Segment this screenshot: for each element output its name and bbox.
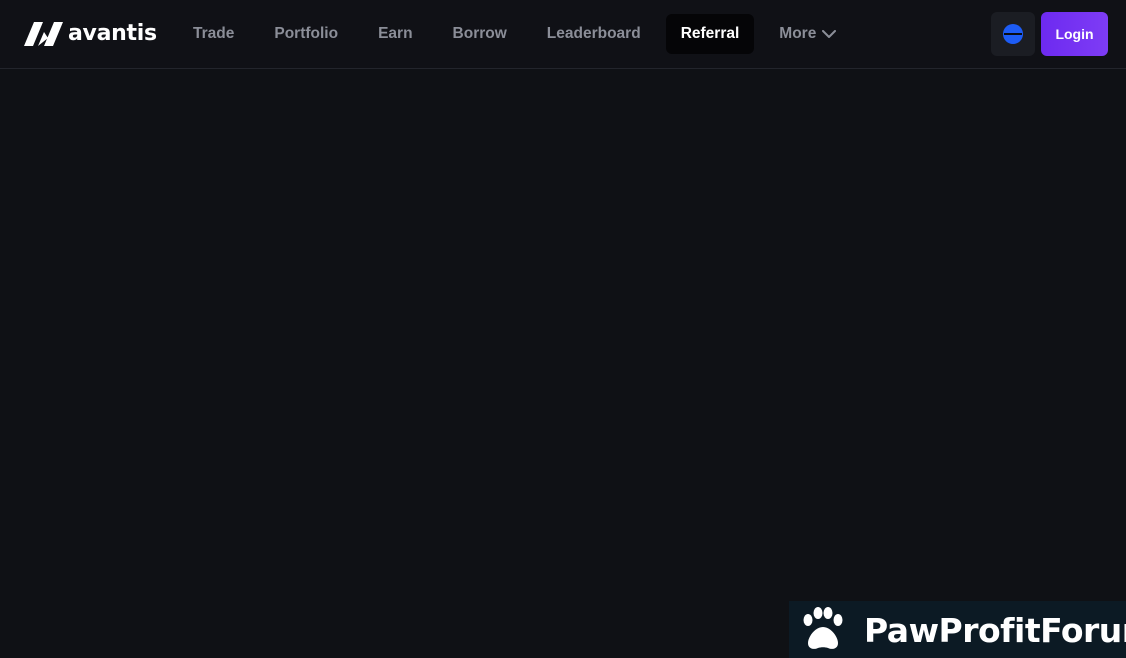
nav-item-more-label: More — [779, 25, 817, 42]
brand-name: avantis — [68, 21, 157, 46]
nav-item-more[interactable]: More — [764, 14, 851, 54]
nav-item-portfolio[interactable]: Portfolio — [259, 14, 353, 54]
paw-icon — [803, 607, 843, 649]
top-navbar: avantis Trade Portfolio Earn Borrow Lead… — [0, 0, 1126, 69]
network-button[interactable] — [991, 12, 1035, 56]
nav-item-leaderboard[interactable]: Leaderboard — [532, 14, 656, 54]
avantis-logo-icon — [24, 21, 63, 46]
nav-item-borrow[interactable]: Borrow — [438, 14, 522, 54]
main-nav: Trade Portfolio Earn Borrow Leaderboard … — [178, 14, 861, 54]
watermark: PawProfitForum — [789, 601, 1126, 658]
main-content — [0, 70, 1126, 658]
login-button[interactable]: Login — [1041, 12, 1108, 56]
logo[interactable]: avantis — [24, 21, 157, 46]
nav-item-earn[interactable]: Earn — [363, 14, 427, 54]
nav-item-referral[interactable]: Referral — [665, 14, 755, 54]
chevron-down-icon — [822, 29, 837, 39]
network-globe-icon — [1003, 24, 1023, 44]
watermark-text: PawProfitForum — [864, 611, 1126, 650]
nav-item-trade[interactable]: Trade — [178, 14, 249, 54]
